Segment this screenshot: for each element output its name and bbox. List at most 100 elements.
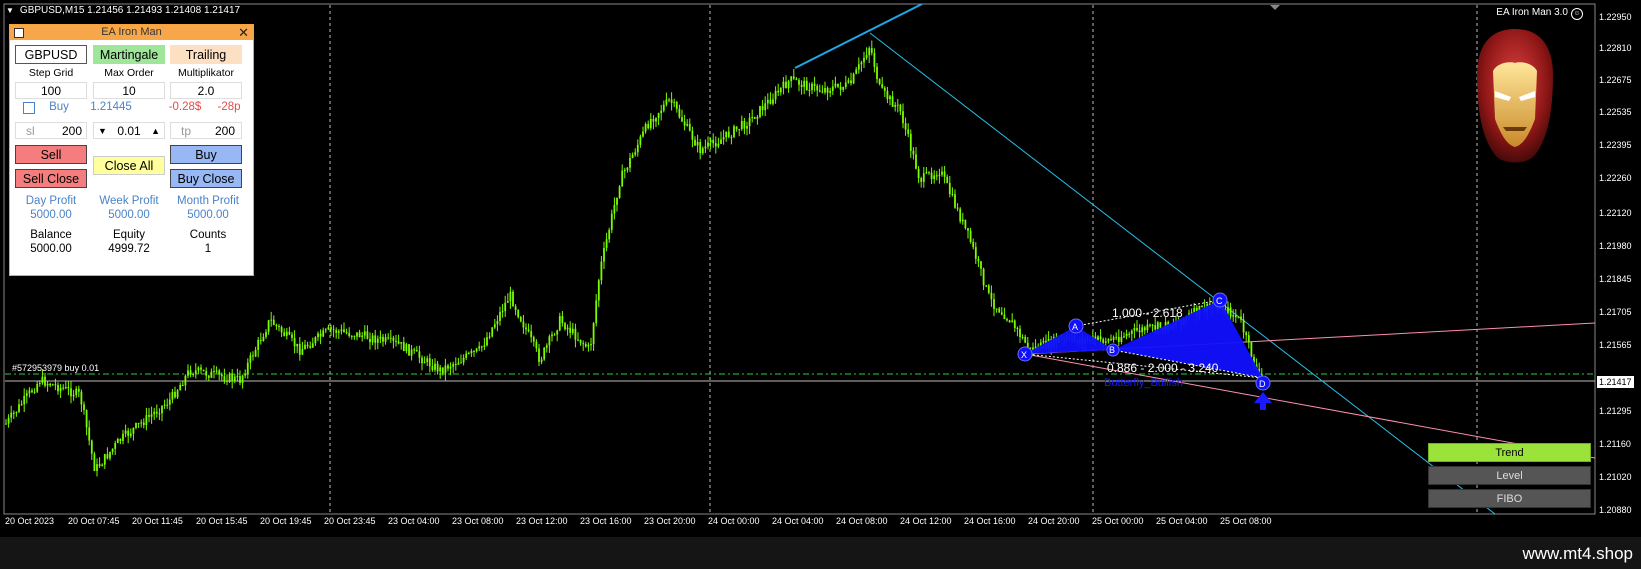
fibo-button[interactable]: FIBO (1428, 489, 1591, 508)
candle-body (379, 336, 382, 339)
candle-body (501, 311, 504, 313)
candle-body (787, 81, 790, 89)
candle-body (857, 64, 860, 70)
tp-input[interactable]: tp 200 (170, 122, 242, 139)
candle-body (829, 90, 832, 93)
candle-body (995, 308, 998, 310)
price-tick: 1.21980 (1599, 241, 1632, 251)
candle-body (348, 332, 351, 337)
candle-body (691, 130, 694, 140)
candle-body (987, 285, 990, 293)
panel-title-bar[interactable]: EA Iron Man ✕ (10, 25, 253, 40)
candle-body (915, 154, 917, 169)
candle-body (883, 87, 886, 91)
candle-body (811, 83, 813, 91)
candle-body (244, 374, 247, 376)
time-tick: 20 Oct 23:45 (324, 516, 376, 526)
candle-body (137, 423, 140, 425)
level-button[interactable]: Level (1428, 466, 1591, 485)
candle-body (228, 373, 231, 382)
sell-close-button[interactable]: Sell Close (15, 169, 87, 188)
candle-body (304, 344, 306, 350)
candle-body (551, 334, 553, 337)
candle-body (311, 343, 314, 348)
buy-button[interactable]: Buy (170, 145, 242, 164)
candle-body (262, 336, 265, 341)
time-tick: 24 Oct 16:00 (964, 516, 1016, 526)
candle-body (207, 375, 210, 378)
candle-body (1146, 324, 1149, 331)
candle-body (808, 90, 811, 92)
candle-body (896, 104, 899, 106)
candle-body (785, 81, 787, 89)
counts-value: 1 (204, 243, 212, 255)
candle-body (98, 464, 101, 467)
candle-body (67, 387, 70, 389)
step-grid-input[interactable]: 100 (15, 82, 87, 99)
candle-body (886, 90, 889, 100)
trailing-button[interactable]: Trailing (170, 45, 242, 64)
candle-body (460, 362, 462, 364)
candle-body (1138, 330, 1141, 333)
candle-body (839, 86, 842, 90)
candle-body (519, 316, 522, 322)
candle-body (70, 388, 72, 397)
candle-body (727, 131, 730, 137)
price-tick: 1.22120 (1599, 208, 1632, 218)
dropdown-triangle-icon[interactable]: ▼ (6, 6, 14, 15)
candle-body (855, 69, 858, 74)
lot-decrease-icon[interactable]: ▼ (98, 123, 107, 139)
candle-body (717, 143, 720, 147)
candle-body (452, 364, 455, 367)
candle-body (415, 350, 418, 352)
equity-label: Equity (113, 229, 145, 241)
month-profit-value: 5000.00 (187, 209, 229, 221)
candle-body (413, 349, 416, 351)
candle-body (733, 126, 735, 138)
lot-stepper[interactable]: ▼ 0.01 ▲ (93, 122, 165, 139)
iron-man-logo (1477, 29, 1553, 163)
candle-body (876, 66, 878, 80)
candle-body (985, 285, 988, 287)
symbol-button[interactable]: GBPUSD (15, 45, 87, 64)
multiplikator-input[interactable]: 2.0 (170, 82, 242, 99)
equity-value: 4999.72 (108, 243, 150, 255)
candle-body (252, 355, 254, 357)
candle-body (863, 57, 865, 63)
candle-body (189, 370, 192, 375)
footer-bar: www.mt4.shop (0, 537, 1641, 569)
trend-button[interactable]: Trend (1428, 443, 1591, 462)
candle-body (642, 131, 644, 137)
buy-close-button[interactable]: Buy Close (170, 169, 242, 188)
candle-body (28, 390, 31, 394)
candle-body (395, 340, 397, 342)
candle-body (782, 81, 785, 88)
minimize-icon[interactable] (14, 28, 24, 38)
close-all-button[interactable]: Close All (93, 156, 165, 175)
candle-body (168, 399, 171, 405)
max-order-input[interactable]: 10 (93, 82, 165, 99)
candle-body (870, 48, 873, 53)
candle-body (231, 373, 234, 381)
candle-body (200, 367, 202, 370)
candle-body (956, 207, 959, 209)
candle-body (327, 327, 330, 330)
candle-body (5, 423, 7, 425)
candle-body (777, 90, 780, 93)
sell-button[interactable]: Sell (15, 145, 87, 164)
lot-increase-icon[interactable]: ▲ (151, 123, 160, 139)
sl-input[interactable]: sl 200 (15, 122, 87, 139)
candle-body (647, 124, 650, 129)
candle-body (116, 439, 119, 444)
candle-body (743, 120, 746, 129)
day-profit-label: Day Profit (25, 195, 77, 207)
buy-checkbox[interactable] (23, 102, 35, 114)
candle-body (288, 331, 291, 335)
candle-body (254, 349, 257, 357)
martingale-button[interactable]: Martingale (93, 45, 165, 64)
close-icon[interactable]: ✕ (238, 25, 249, 40)
point-a: A (1072, 322, 1078, 332)
time-tick: 24 Oct 12:00 (900, 516, 952, 526)
candle-body (145, 415, 148, 426)
time-tick: 20 Oct 07:45 (68, 516, 120, 526)
